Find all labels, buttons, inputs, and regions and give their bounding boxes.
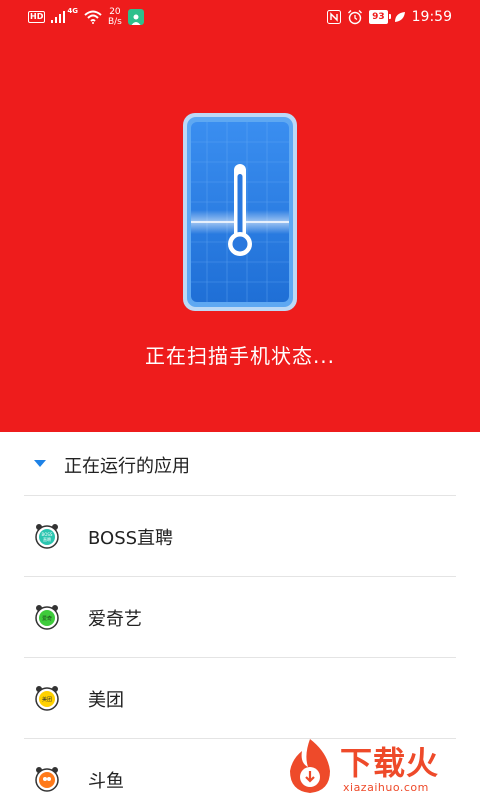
leaf-icon	[394, 12, 405, 22]
speed-unit: B/s	[107, 17, 122, 27]
app-name: 爱奇艺	[88, 609, 142, 630]
caret-down-icon[interactable]	[34, 460, 46, 467]
watermark-domain: xiazaihuo.com	[343, 781, 429, 794]
meituan-app-icon: 美团	[35, 686, 59, 711]
battery-indicator: 93	[369, 10, 391, 24]
svg-text:爱奇: 爱奇	[42, 615, 52, 622]
status-bar-right: 93 19:59	[327, 6, 452, 28]
watermark-brand: 下载火	[340, 744, 440, 782]
app-row-iqiyi[interactable]: 爱奇 爱奇艺	[0, 577, 480, 658]
hd-badge: HD	[28, 11, 46, 23]
app-row-boss[interactable]: BOSS 直聘 BOSS直聘	[0, 496, 480, 577]
status-bar: HD 4G 20 B/s 93 19:59	[0, 0, 480, 34]
app-notification-icon	[127, 9, 144, 25]
douyu-app-icon	[35, 767, 59, 792]
app-name: 斗鱼	[88, 771, 124, 792]
app-name: 美团	[88, 690, 124, 711]
scan-status-text: 正在扫描手机状态...	[144, 344, 336, 368]
network-speed: 20 B/s	[108, 7, 122, 27]
app-name: BOSS直聘	[88, 528, 174, 549]
phone-thermometer-illustration	[183, 113, 297, 311]
flame-logo-icon	[290, 739, 330, 793]
running-apps-title: 正在运行的应用	[64, 456, 190, 477]
app-row-meituan[interactable]: 美团 美团	[0, 658, 480, 739]
svg-text:美团: 美团	[42, 696, 52, 703]
network-type: 4G	[67, 7, 78, 15]
boss-app-icon: BOSS 直聘	[35, 524, 59, 549]
status-bar-left: HD 4G 20 B/s	[28, 6, 144, 28]
svg-text:直聘: 直聘	[43, 536, 51, 542]
speed-value: 20	[109, 7, 121, 17]
alarm-icon	[348, 10, 363, 25]
nfc-icon	[327, 10, 342, 24]
wifi-icon	[84, 10, 102, 24]
iqiyi-app-icon: 爱奇	[35, 605, 59, 630]
signal-icon	[51, 11, 66, 23]
clock-time: 19:59	[411, 9, 452, 25]
